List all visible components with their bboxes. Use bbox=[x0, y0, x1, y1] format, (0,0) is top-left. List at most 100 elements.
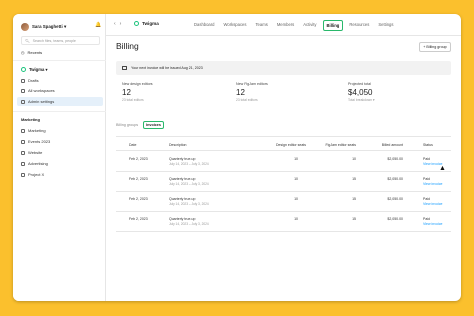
column-header-description: Description bbox=[169, 143, 187, 147]
sidebar-item-marketing[interactable]: Marketing bbox=[21, 128, 46, 133]
file-icon bbox=[21, 78, 25, 83]
cell-description: Quarterly true-up bbox=[169, 177, 196, 181]
tab-activity[interactable]: Activity bbox=[300, 20, 319, 31]
bell-icon[interactable]: 🔔 bbox=[95, 22, 101, 28]
stat-label: New FigJam editors bbox=[236, 82, 268, 86]
sidebar-section-title: Marketing bbox=[21, 117, 40, 122]
search-icon: 🔍︎ bbox=[25, 38, 30, 43]
cell-figjam-seats: 15 bbox=[352, 177, 356, 181]
view-invoice-link[interactable]: View invoice bbox=[423, 202, 442, 206]
cell-design-seats: 10 bbox=[294, 177, 298, 181]
clock-icon: ◷ bbox=[21, 50, 25, 55]
sidebar-item-label: Marketing bbox=[28, 128, 46, 133]
user-menu[interactable]: Sara Spaghetti ▾ bbox=[21, 22, 66, 32]
cell-date: Feb 2, 2023 bbox=[129, 197, 148, 201]
stat-label: New design editors bbox=[122, 82, 153, 86]
invoice-banner: Your next invoice will be issued Aug 21,… bbox=[116, 61, 451, 75]
nav-arrows: ‹› bbox=[114, 21, 125, 27]
folder-icon bbox=[21, 139, 25, 144]
search-input[interactable]: 🔍︎ Search files, teams, people bbox=[21, 36, 100, 45]
cell-figjam-seats: 15 bbox=[352, 197, 356, 201]
sidebar-item-label: Project X bbox=[28, 172, 45, 177]
divider bbox=[116, 171, 451, 172]
subtab-billing-groups[interactable]: Billing groups bbox=[116, 123, 138, 127]
cell-status: Paid bbox=[423, 217, 431, 221]
cell-date-range: July 14, 2023 – July 3, 2024 bbox=[169, 202, 209, 206]
view-invoice-link[interactable]: View invoice bbox=[423, 222, 442, 226]
team-logo-icon bbox=[21, 67, 26, 72]
cell-date: Feb 2, 2023 bbox=[129, 177, 148, 181]
cell-status: Paid bbox=[423, 157, 431, 161]
cell-billed-amount: $2,050.00 bbox=[387, 177, 403, 181]
grid-icon bbox=[21, 88, 25, 93]
sidebar-item-events[interactable]: Events 2023 bbox=[21, 139, 50, 144]
team-header-name: Twigma bbox=[142, 21, 159, 26]
divider bbox=[116, 211, 451, 212]
cell-design-seats: 10 bbox=[294, 157, 298, 161]
tab-billing[interactable]: Billing bbox=[322, 20, 344, 31]
stat-figjam-editors: New FigJam editors 12 23 total editors bbox=[236, 82, 268, 102]
main-content: ‹› Twigma Dashboard Workspaces Teams Mem… bbox=[106, 14, 461, 301]
sidebar-item-label: All workspaces bbox=[28, 88, 55, 93]
cell-figjam-seats: 10 bbox=[352, 157, 356, 161]
tab-members[interactable]: Members bbox=[274, 20, 297, 31]
subtab-invoices[interactable]: Invoices bbox=[143, 121, 164, 129]
view-invoice-link[interactable]: View invoice bbox=[423, 182, 442, 186]
cell-design-seats: 10 bbox=[294, 217, 298, 221]
cell-date-range: July 14, 2023 – July 3, 2024 bbox=[169, 162, 209, 166]
column-header-design-seats: Design editor seats bbox=[276, 143, 306, 147]
tab-dashboard[interactable]: Dashboard bbox=[191, 20, 218, 31]
tab-settings[interactable]: Settings bbox=[375, 20, 396, 31]
sidebar-item-all-workspaces[interactable]: All workspaces bbox=[21, 88, 55, 93]
page-title: Billing bbox=[116, 41, 139, 51]
cell-status: Paid bbox=[423, 177, 431, 181]
divider bbox=[13, 60, 106, 61]
cell-description: Quarterly true-up bbox=[169, 217, 196, 221]
cell-date: Feb 2, 2023 bbox=[129, 157, 148, 161]
stat-label: Projected total bbox=[348, 82, 371, 86]
add-billing-group-button[interactable]: + Billing group bbox=[419, 42, 451, 52]
cell-billed-amount: $2,050.00 bbox=[387, 197, 403, 201]
sidebar-item-label: Website bbox=[28, 150, 43, 155]
cell-billed-amount: $2,050.00 bbox=[387, 157, 403, 161]
folder-icon bbox=[21, 161, 25, 166]
search-placeholder: Search files, teams, people bbox=[32, 38, 76, 43]
folder-icon bbox=[21, 150, 25, 155]
divider bbox=[116, 150, 451, 151]
tab-teams[interactable]: Teams bbox=[252, 20, 270, 31]
tab-workspaces[interactable]: Workspaces bbox=[221, 20, 250, 31]
divider bbox=[13, 111, 106, 112]
banner-text: Your next invoice will be issued Aug 21,… bbox=[131, 66, 203, 70]
cell-status: Paid bbox=[423, 197, 431, 201]
total-breakdown-link[interactable]: Total breakdown ▾ bbox=[348, 98, 375, 102]
sidebar-item-recents[interactable]: ◷ Recents bbox=[21, 50, 42, 55]
cell-figjam-seats: 15 bbox=[352, 217, 356, 221]
stat-value: $4,050 bbox=[348, 88, 373, 97]
settings-icon bbox=[21, 99, 25, 104]
divider bbox=[116, 231, 451, 232]
stat-design-editors: New design editors 12 23 total editors bbox=[122, 82, 153, 102]
stat-value: 12 bbox=[122, 88, 131, 97]
folder-icon bbox=[21, 128, 25, 133]
cell-description: Quarterly true-up bbox=[169, 197, 196, 201]
sidebar-item-advertising[interactable]: Advertising bbox=[21, 161, 48, 166]
sidebar-item-label: Events 2023 bbox=[28, 139, 51, 144]
column-header-billed-amount: Billed amount bbox=[381, 143, 403, 147]
team-switcher[interactable]: Twigma ▾ bbox=[21, 67, 48, 72]
cell-date: Feb 2, 2023 bbox=[129, 217, 148, 221]
sidebar-item-drafts[interactable]: Drafts bbox=[21, 78, 39, 83]
team-name: Twigma ▾ bbox=[29, 67, 48, 72]
top-nav: ‹› Twigma Dashboard Workspaces Teams Mem… bbox=[106, 14, 461, 36]
team-header[interactable]: Twigma bbox=[134, 21, 159, 26]
tab-resources[interactable]: Resources bbox=[346, 20, 372, 31]
sidebar-item-project-x[interactable]: Project X bbox=[21, 172, 44, 177]
column-header-status: Status bbox=[423, 143, 433, 147]
sidebar-item-label: Advertising bbox=[28, 161, 48, 166]
sidebar-item-website[interactable]: Website bbox=[21, 150, 42, 155]
cell-description: Quarterly true-up bbox=[169, 157, 196, 161]
divider bbox=[116, 191, 451, 192]
app-window: Sara Spaghetti ▾ 🔔 🔍︎ Search files, team… bbox=[13, 14, 461, 301]
forward-icon[interactable]: › bbox=[120, 21, 126, 27]
sidebar-item-admin-settings[interactable]: Admin settings bbox=[17, 97, 103, 106]
cell-date-range: July 14, 2023 – July 3, 2024 bbox=[169, 182, 209, 186]
